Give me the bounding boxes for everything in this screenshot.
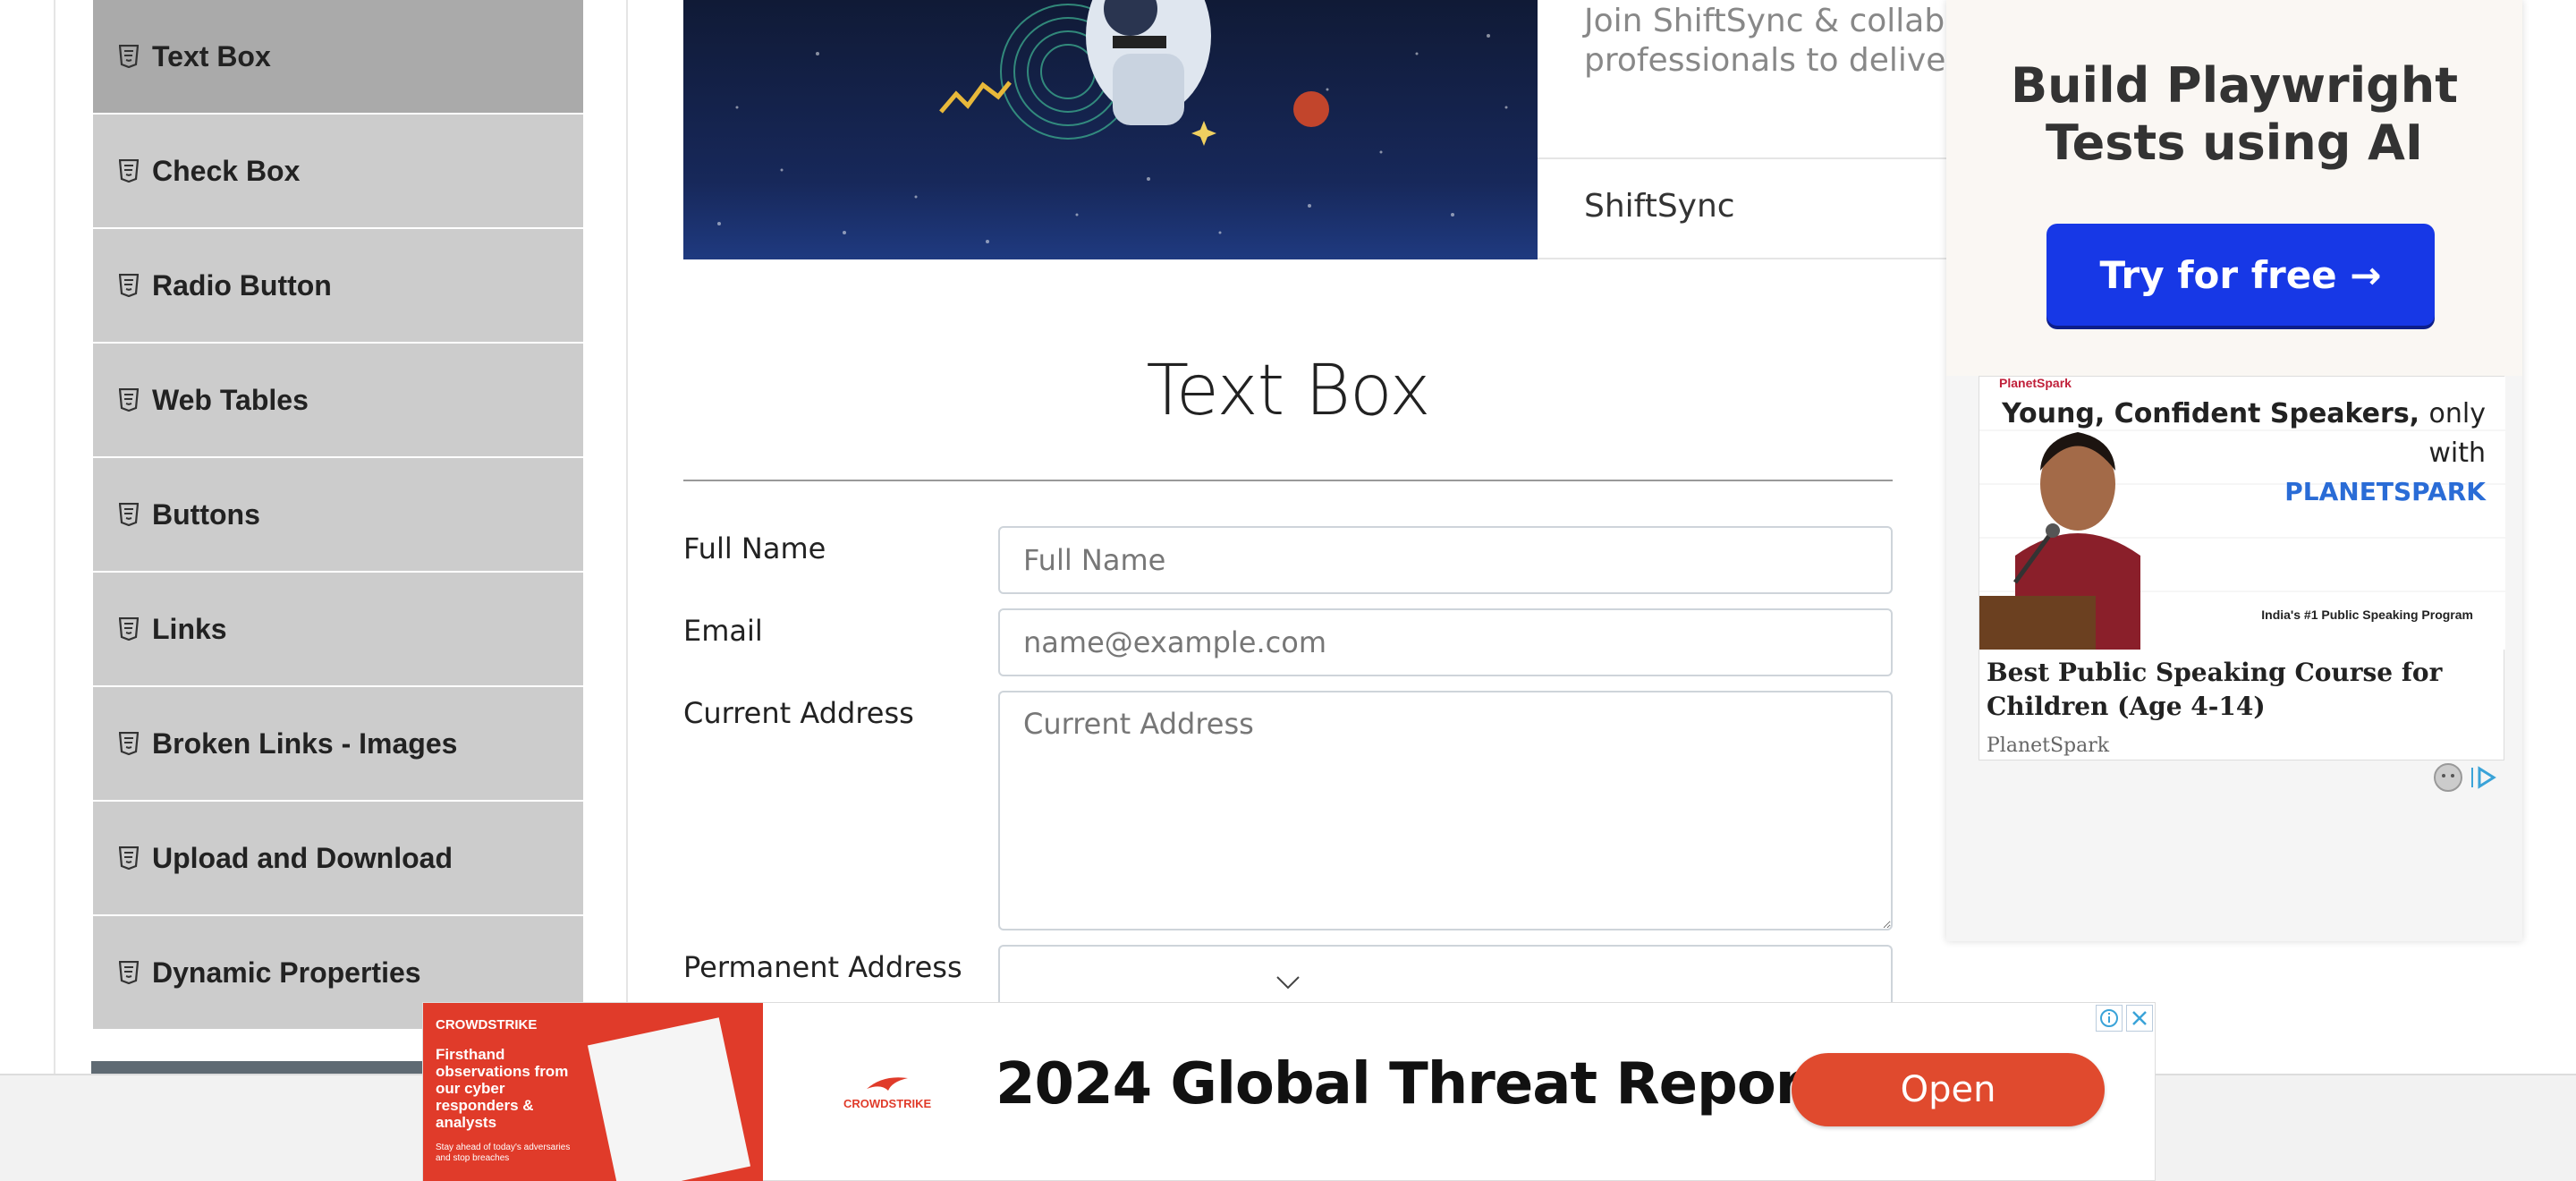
sidebar-item-label: Upload and Download xyxy=(152,841,453,874)
banner-text[interactable]: Join ShiftSync & collabora professionals… xyxy=(1538,0,1949,259)
sidebar-group-header[interactable] xyxy=(91,1061,422,1074)
banner-image[interactable] xyxy=(683,0,1538,259)
banner-description-line: professionals to deliver hi xyxy=(1584,42,1949,79)
sidebar-item-web-tables[interactable]: Web Tables xyxy=(91,344,585,458)
ad-card-title[interactable]: Best Public Speaking Course for Children… xyxy=(1987,656,2498,724)
current-address-textarea[interactable] xyxy=(998,691,1893,930)
close-icon xyxy=(2132,1011,2147,1025)
ad-playwright[interactable]: Build Playwright Tests using AI Try for … xyxy=(1946,0,2522,376)
html5-icon xyxy=(118,44,140,69)
sidebar-item-label: Buttons xyxy=(152,497,260,531)
sidebar-item-label: Links xyxy=(152,612,227,645)
ad-heading-line: Tests using AI xyxy=(2045,115,2424,171)
html5-icon xyxy=(118,845,140,871)
try-for-free-button[interactable]: Try for free → xyxy=(2046,224,2435,326)
ad-feedback-icon[interactable] xyxy=(2433,762,2463,793)
sidebar-menu: Text Box Check Box Radio Button Web Tables B… xyxy=(91,0,585,1031)
html5-icon xyxy=(118,273,140,298)
sidebar-item-text-box[interactable]: Text Box xyxy=(91,0,585,115)
crowdstrike-logo-text: CROWDSTRIKE xyxy=(843,1097,932,1110)
report-cover-image xyxy=(587,1017,751,1181)
ad-card-source: PlanetSpark xyxy=(1987,735,2110,757)
info-icon xyxy=(2100,1009,2118,1027)
planetspark-logo: PLANETSPARK xyxy=(2284,477,2486,506)
ad-card-headline: Young, Confident Speakers, only with xyxy=(1979,395,2486,473)
html5-icon xyxy=(118,387,140,412)
ad-choices[interactable] xyxy=(2433,762,2499,793)
html5-icon xyxy=(118,616,140,641)
sidebar-item-label: Web Tables xyxy=(152,383,309,416)
open-button[interactable]: Open xyxy=(1792,1053,2105,1126)
ad-small-print: Stay ahead of today's adversaries and st… xyxy=(436,1143,571,1163)
banner-brand[interactable]: ShiftSync xyxy=(1584,188,1735,225)
ad-card-headline-bold: Young, Confident Speakers, xyxy=(2002,398,2420,429)
html5-icon xyxy=(118,502,140,527)
banner-description-line: Join ShiftSync & collabora xyxy=(1584,3,1949,39)
sidebar-item-label: Broken Links - Images xyxy=(152,726,458,760)
sidebar-item-check-box[interactable]: Check Box xyxy=(91,115,585,229)
crowdstrike-small-logo: CROWDSTRIKE xyxy=(436,1017,538,1032)
html5-icon xyxy=(118,158,140,183)
falcon-icon xyxy=(867,1077,909,1091)
current-address-label: Current Address xyxy=(683,696,914,730)
sidebar-item-label: Radio Button xyxy=(152,268,332,302)
permanent-address-label: Permanent Address xyxy=(683,950,962,984)
banner-description: Join ShiftSync & collabora professionals… xyxy=(1584,2,1949,81)
ad-card-headline-light: only with xyxy=(2428,398,2486,469)
crowdstrike-ad-image[interactable]: CROWDSTRIKE Firsthand observations from … xyxy=(423,1003,763,1181)
email-input[interactable] xyxy=(998,608,1893,676)
ad-info-button[interactable] xyxy=(2096,1005,2123,1032)
divider xyxy=(1538,258,1949,259)
full-name-input[interactable] xyxy=(998,526,1893,594)
page-title: Text Box xyxy=(1146,351,1430,431)
ad-controls xyxy=(2096,1005,2153,1032)
sidebar-item-label: Check Box xyxy=(152,154,301,187)
ad-blurb: Firsthand observations from our cyber re… xyxy=(436,1046,569,1131)
ad-card-tagline: India's #1 Public Speaking Program xyxy=(2261,607,2473,622)
ad-photo: PlanetSpark Young, Confident Speakers, o… xyxy=(1979,377,2505,650)
full-name-label: Full Name xyxy=(683,531,826,565)
sidebar-item-broken-links-images[interactable]: Broken Links - Images xyxy=(91,687,585,802)
crowdstrike-logo: CROWDSTRIKE xyxy=(843,1073,931,1110)
divider xyxy=(1538,157,1949,159)
sidebar-item-label: Text Box xyxy=(152,39,271,72)
sidebar-item-upload-and-download[interactable]: Upload and Download xyxy=(91,802,585,916)
ad-planetspark-card[interactable]: PlanetSpark Young, Confident Speakers, o… xyxy=(1979,376,2505,760)
ad-headline[interactable]: 2024 Global Threat Report xyxy=(996,1051,1830,1117)
ad-bottom[interactable]: CROWDSTRIKE Firsthand observations from … xyxy=(422,1002,2156,1181)
planetspark-mini-logo: PlanetSpark xyxy=(1999,377,2072,390)
ad-close-button[interactable] xyxy=(2126,1005,2153,1032)
ad-right[interactable]: Build Playwright Tests using AI Try for … xyxy=(1946,0,2522,941)
email-label: Email xyxy=(683,614,763,648)
sidebar-item-buttons[interactable]: Buttons xyxy=(91,458,585,573)
sidebar-item-label: Dynamic Properties xyxy=(152,956,421,989)
sidebar-item-radio-button[interactable]: Radio Button xyxy=(91,229,585,344)
chevron-down-icon xyxy=(1276,976,1300,990)
ad-heading-line: Build Playwright xyxy=(2010,57,2459,114)
html5-icon xyxy=(118,960,140,985)
ad-heading: Build Playwright Tests using AI xyxy=(1946,57,2522,172)
html5-icon xyxy=(118,731,140,756)
sidebar-item-links[interactable]: Links xyxy=(91,573,585,687)
permanent-address-textarea[interactable] xyxy=(998,945,1893,1002)
astronaut-illustration xyxy=(717,0,1508,243)
adchoices-icon[interactable] xyxy=(2469,762,2499,793)
title-divider xyxy=(683,480,1893,481)
